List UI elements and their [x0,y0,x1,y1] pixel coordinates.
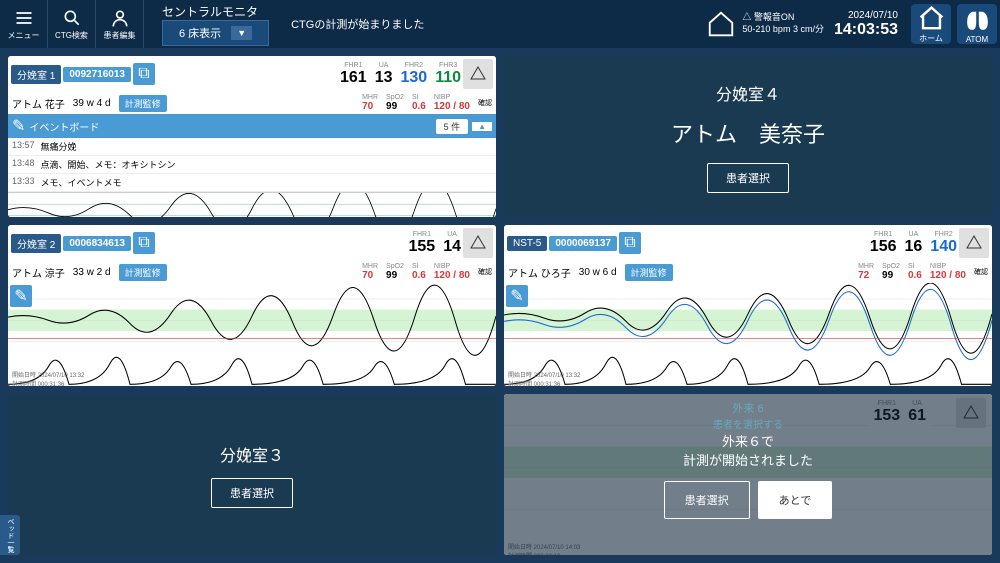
alarm-ack-button[interactable] [463,228,493,258]
bed-tile-4[interactable]: 分娩室４ アトム 美奈子 患者選択 [504,56,992,217]
patient-id: 0006834613 [63,236,131,251]
timestamp-info: 開始日時 2024/07/10 13:32計測時間 000:31:36 [12,370,84,386]
search-icon [62,8,82,28]
bed-tile-6[interactable]: 開始日時 2024/07/10 14:03計測時間 000:00:10 FHR1… [504,394,992,555]
patient-name: アトム 花子 [12,96,65,111]
monitor-action-button[interactable]: 計測監修 [625,264,673,281]
alarm-ack-button[interactable] [959,228,989,258]
menu-icon [14,8,34,28]
lungs-icon [962,4,993,35]
edit-icon[interactable]: ✎ [506,285,528,307]
brand-button[interactable]: ATOM [957,4,997,44]
edit-icon[interactable]: ✎ [10,285,32,307]
menu-button[interactable]: メニュー [0,0,48,48]
alarm-ack-button[interactable] [463,59,493,89]
home-button[interactable]: ホーム [911,4,951,44]
patient-id: 0092716013 [63,67,131,82]
patient-name: アトム ひろ子 [508,265,571,280]
ctg-chart[interactable]: 開始日時 2024/07/10 13:31計測時間 000:32:09 [8,193,496,217]
event-item[interactable]: 13:33メモ、イベントメモ [8,174,496,192]
patient-name: アトム 美奈子 [671,117,825,149]
ctg-chart[interactable]: ✎ 開始日時 2024/07/10 13:32計測時間 000:31:36 [504,283,992,386]
gestational-age: 33 w 2 d [73,267,111,278]
gestational-age: 30 w 6 d [579,267,617,278]
person-icon [110,8,130,28]
datetime: 2024/07/10 14:03:53 [834,10,898,39]
room-tag: 分娩室 2 [11,234,61,253]
status-message: CTGの計測が始まりました [279,10,700,38]
select-patient-button[interactable]: 患者選択 [211,478,293,508]
collapse-icon[interactable]: ▲ [472,122,492,131]
room-title: 分娩室３ [220,442,284,466]
event-item[interactable]: 13:57無痛分娩 [8,138,496,156]
alarm-icon [470,235,486,251]
room-tag: NST-5 [507,236,547,251]
copy-icon[interactable]: ⧉ [133,232,155,254]
alarm-icon [470,66,486,82]
select-patient-button[interactable]: 患者選択 [707,163,789,193]
bed-display-selector[interactable]: 6 床表示▼ [162,20,269,46]
bed-list-tab[interactable]: ベッド一覧 [0,515,20,555]
measurement-started-overlay: 外来 6 患者を選択する 外来６で計測が開始されました 患者選択 あとで [504,394,992,555]
overlay-select-button[interactable]: 患者選択 [664,481,750,519]
copy-icon[interactable]: ⧉ [619,232,641,254]
overlay-later-button[interactable]: あとで [758,481,833,519]
ctg-search-button[interactable]: CTG検索 [48,0,96,48]
bed-tile-1[interactable]: 分娩室 1 0092716013 ⧉ FHR1161 UA13 FHR2130 … [8,56,496,217]
app-header: メニュー CTG検索 患者編集 セントラルモニタ 6 床表示▼ CTGの計測が始… [0,0,1000,48]
overlay-message: 外来６で計測が開始されました [683,431,813,469]
home-icon [917,4,946,33]
bed-grid: 分娩室 1 0092716013 ⧉ FHR1161 UA13 FHR2130 … [0,48,1000,563]
event-board: ✎ イベントボード 5 件 ▲ 13:57無痛分娩 13:48点滴、開始、メモ：… [8,114,496,193]
patient-name: アトム 涼子 [12,265,65,280]
bed-tile-2[interactable]: 分娩室 2 0006834613 ⧉ FHR1155 UA14 アトム 涼子 3… [8,225,496,386]
room-title: 分娩室４ [716,81,780,105]
monitor-action-button[interactable]: 計測監修 [119,264,167,281]
monitor-action-button[interactable]: 計測監修 [119,95,167,112]
central-monitor-title: セントラルモニタ [162,3,269,20]
bed-tile-nst5[interactable]: NST-5 0000069137 ⧉ FHR1156 UA16 FHR2140 … [504,225,992,386]
ctg-chart[interactable]: ✎ 開始日時 2024/07/10 13:32計測時間 000:31:36 [8,283,496,386]
overlay-header: 外来 6 患者を選択する [504,400,992,431]
patient-edit-button[interactable]: 患者編集 [96,0,144,48]
dropdown-arrow-icon: ▼ [231,26,252,40]
gestational-age: 39 w 4 d [73,98,111,109]
house-icon [706,9,736,39]
room-tag: 分娩室 1 [11,65,61,84]
alarm-info: △ 警報音ON 50-210 bpm 3 cm/分 [742,12,824,35]
timestamp-info: 開始日時 2024/07/10 13:32計測時間 000:31:36 [508,370,580,386]
patient-id: 0000069137 [549,236,617,251]
alarm-icon [966,235,982,251]
copy-icon[interactable]: ⧉ [133,63,155,85]
event-item[interactable]: 13:48点滴、開始、メモ：オキシトシン [8,156,496,174]
bed-tile-3[interactable]: 分娩室３ 患者選択 [8,394,496,555]
edit-icon[interactable]: ✎ [12,116,25,136]
